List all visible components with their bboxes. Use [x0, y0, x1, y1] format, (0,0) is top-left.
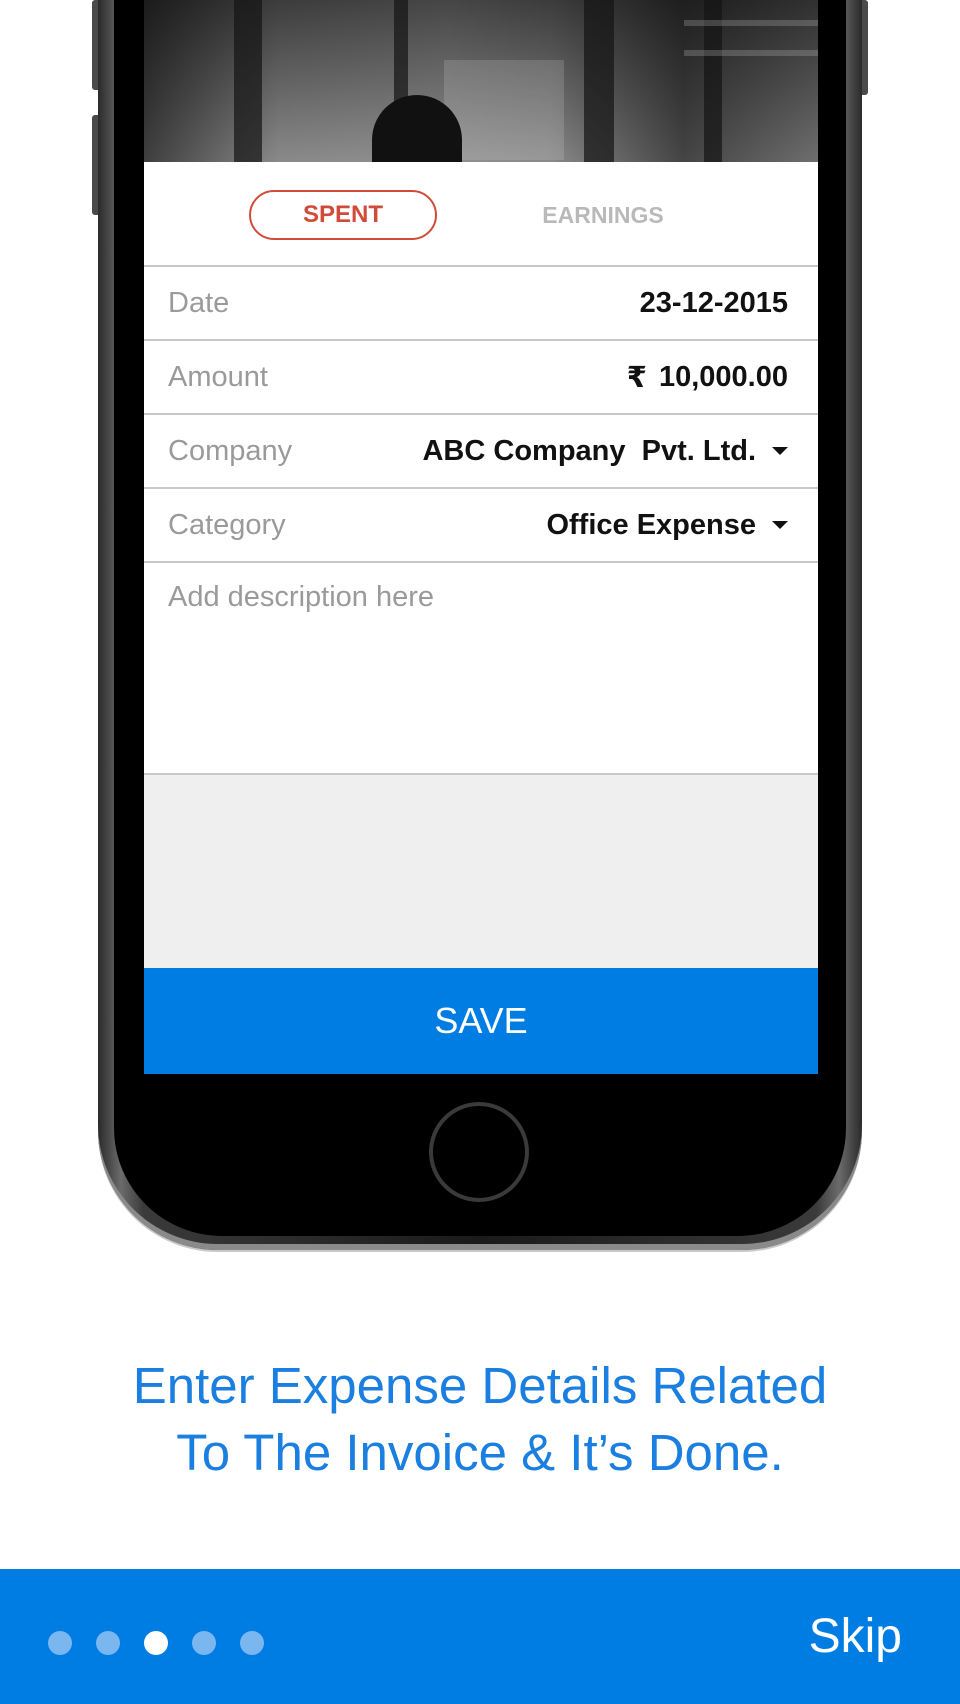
tab-spent[interactable]: SPENT	[249, 190, 437, 240]
attachment-area	[144, 775, 818, 968]
amount-row[interactable]: Amount ₹ 10,000.00	[144, 341, 818, 415]
description-input[interactable]	[144, 563, 818, 773]
date-label: Date	[168, 286, 230, 319]
page-dot[interactable]	[192, 1631, 216, 1655]
company-select[interactable]: ABC Company Pvt. Ltd.	[422, 435, 788, 468]
amount-value-wrap[interactable]: ₹ 10,000.00	[627, 360, 788, 395]
category-label: Category	[168, 508, 286, 541]
skip-button[interactable]: Skip	[809, 1609, 902, 1664]
category-select[interactable]: Office Expense	[546, 509, 788, 542]
phone-screen: SPENT EARNINGS Date 23-12-2015 Amount ₹ …	[144, 0, 818, 1074]
page-dot[interactable]	[48, 1631, 72, 1655]
company-value: ABC Company Pvt. Ltd.	[422, 434, 756, 467]
caret-down-icon	[772, 447, 788, 455]
caret-down-icon	[772, 521, 788, 529]
phone-home-button	[429, 1102, 529, 1202]
date-row[interactable]: Date 23-12-2015	[144, 267, 818, 341]
description-area	[144, 563, 818, 775]
amount-value: 10,000.00	[658, 360, 788, 393]
save-button[interactable]: SAVE	[144, 968, 818, 1074]
header-photo	[144, 0, 818, 175]
onboarding-caption: Enter Expense Details Related To The Inv…	[0, 1352, 960, 1486]
caption-line-2: To The Invoice & It’s Done.	[176, 1424, 784, 1481]
caption-line-1: Enter Expense Details Related	[132, 1357, 828, 1414]
onboarding-footer: Skip	[0, 1569, 960, 1704]
category-value: Office Expense	[546, 508, 756, 541]
category-row[interactable]: Category Office Expense	[144, 489, 818, 563]
rupee-icon: ₹	[626, 361, 647, 394]
tab-earnings[interactable]: EARNINGS	[509, 190, 697, 240]
company-row[interactable]: Company ABC Company Pvt. Ltd.	[144, 415, 818, 489]
page-dot[interactable]	[96, 1631, 120, 1655]
page-dot[interactable]	[144, 1631, 168, 1655]
amount-label: Amount	[168, 360, 268, 393]
page-dot[interactable]	[240, 1631, 264, 1655]
page-indicator	[48, 1631, 264, 1655]
date-value[interactable]: 23-12-2015	[640, 287, 788, 320]
company-label: Company	[168, 434, 293, 467]
type-toggle: SPENT EARNINGS	[144, 162, 818, 267]
